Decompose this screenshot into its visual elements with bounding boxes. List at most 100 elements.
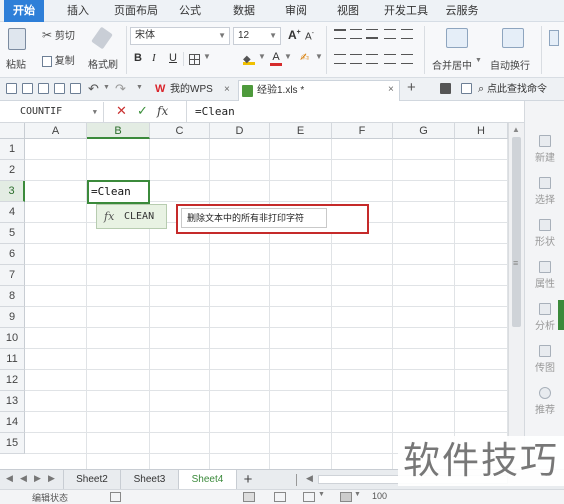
tab-my-wps[interactable]: W 我的WPS xyxy=(152,80,234,101)
align-middle-icon[interactable] xyxy=(350,29,362,39)
confirm-formula-button[interactable]: ✓ xyxy=(137,103,148,119)
scroll-left-icon[interactable]: ◀ xyxy=(306,473,313,484)
menu-tab-data[interactable]: 数据 xyxy=(226,0,262,22)
cut-button[interactable]: ✂ 剪切 xyxy=(42,27,75,42)
italic-button[interactable]: I xyxy=(152,52,156,64)
side-properties[interactable]: 属性 xyxy=(525,261,564,290)
column-header-e[interactable]: E xyxy=(270,123,332,139)
print-preview-icon[interactable] xyxy=(38,83,49,94)
side-panel-handle[interactable] xyxy=(558,300,564,330)
menu-tab-home[interactable]: 开始 xyxy=(4,0,44,22)
save-icon[interactable] xyxy=(22,83,33,94)
clear-format-icon[interactable]: ✍ xyxy=(300,51,309,64)
menu-tab-formulas[interactable]: 公式 xyxy=(172,0,208,22)
menu-tab-developer[interactable]: 开发工具 xyxy=(378,0,434,22)
print-icon[interactable] xyxy=(54,83,65,94)
menu-tab-page-layout[interactable]: 页面布局 xyxy=(108,0,164,22)
side-new[interactable]: 新建 xyxy=(525,135,564,164)
page-layout-view-icon[interactable] xyxy=(274,492,286,502)
font-size-select[interactable]: 12 ▼ xyxy=(233,27,281,45)
chevron-down-icon[interactable]: ▼ xyxy=(354,491,361,498)
format-painter-button[interactable]: 格式刷 xyxy=(86,26,120,74)
row-header-9[interactable]: 9 xyxy=(0,307,25,328)
sheet-tab[interactable]: Sheet3 xyxy=(121,470,179,489)
side-select[interactable]: 选择 xyxy=(525,177,564,206)
menu-tab-view[interactable]: 视图 xyxy=(330,0,366,22)
ribbon-more-icon[interactable] xyxy=(549,30,559,46)
page-break-view-icon[interactable] xyxy=(303,492,315,502)
tab-workbook[interactable]: 经验1.xls * xyxy=(238,80,400,101)
row-header-15[interactable]: 15 xyxy=(0,433,25,454)
font-color-icon[interactable]: A xyxy=(270,51,282,66)
spreadsheet-grid[interactable]: ABCDEFGH 1 2 3 4 5 6 7 8 9 10 11 12 13 14 15 xyxy=(0,123,508,469)
command-search[interactable]: ⌕ 点此查找命令 xyxy=(478,81,564,98)
menu-tab-review[interactable]: 审阅 xyxy=(278,0,314,22)
fill-color-icon[interactable]: ◆ xyxy=(243,53,255,65)
indent-icon[interactable] xyxy=(384,29,396,39)
cancel-formula-button[interactable]: ✕ xyxy=(116,103,127,119)
chevron-down-icon[interactable]: ▼ xyxy=(258,52,266,61)
chevron-down-icon[interactable]: ▼ xyxy=(136,84,143,91)
paste-button[interactable]: 粘贴 xyxy=(5,26,31,74)
row-header-2[interactable]: 2 xyxy=(0,160,25,181)
row-header-4[interactable]: 4 xyxy=(0,202,25,223)
sheet-tab[interactable]: Sheet2 xyxy=(63,470,121,489)
column-header-h[interactable]: H xyxy=(455,123,508,139)
column-header-c[interactable]: C xyxy=(150,123,210,139)
align-center-icon[interactable] xyxy=(350,54,362,64)
align-bottom-icon[interactable] xyxy=(366,29,378,39)
eye-protect-icon[interactable] xyxy=(340,492,352,502)
menu-tab-cloud[interactable]: 云服务 xyxy=(438,0,486,22)
align-top-icon[interactable] xyxy=(334,29,346,39)
chevron-down-icon[interactable]: ▼ xyxy=(203,52,211,61)
chevron-down-icon[interactable]: ▼ xyxy=(284,52,292,61)
row-header-7[interactable]: 7 xyxy=(0,265,25,286)
export-icon[interactable] xyxy=(70,83,81,94)
row-header-8[interactable]: 8 xyxy=(0,286,25,307)
chevron-down-icon[interactable]: ▼ xyxy=(318,491,325,498)
row-header-10[interactable]: 10 xyxy=(0,328,25,349)
outdent-icon[interactable] xyxy=(401,29,413,39)
scrollbar-thumb[interactable] xyxy=(512,137,521,327)
column-header-a[interactable]: A xyxy=(25,123,87,139)
column-header-b[interactable]: B xyxy=(87,123,150,139)
scroll-up-icon[interactable]: ▲ xyxy=(512,125,520,134)
side-recommend[interactable]: 推荐 xyxy=(525,387,564,416)
macro-icon[interactable] xyxy=(110,492,121,502)
close-icon[interactable]: × xyxy=(388,84,394,95)
normal-view-icon[interactable] xyxy=(243,492,255,502)
active-cell-b3[interactable]: =Clean xyxy=(87,180,150,204)
last-sheet-icon[interactable]: ▶ xyxy=(48,473,55,484)
font-name-select[interactable]: 宋体 ▼ xyxy=(130,27,230,45)
zoom-level[interactable]: 100 xyxy=(372,491,387,501)
merge-center-button[interactable]: 合并居中 ▼ xyxy=(430,26,482,74)
chevron-down-icon[interactable]: ▼ xyxy=(103,84,110,91)
select-all-corner[interactable] xyxy=(0,123,25,139)
increase-font-button[interactable]: A+ xyxy=(288,28,301,42)
function-suggestion[interactable]: fx CLEAN xyxy=(96,204,167,229)
formula-input[interactable]: =Clean xyxy=(195,105,235,118)
sheet-tab-active[interactable]: Sheet4 xyxy=(179,470,237,489)
align-right-icon[interactable] xyxy=(366,54,378,64)
row-header-1[interactable]: 1 xyxy=(0,139,25,160)
row-header-11[interactable]: 11 xyxy=(0,349,25,370)
underline-button[interactable]: U xyxy=(169,52,177,64)
column-header-d[interactable]: D xyxy=(210,123,270,139)
decrease-font-button[interactable]: A- xyxy=(305,30,314,42)
distribute-icon[interactable] xyxy=(401,54,413,64)
add-sheet-button[interactable]: + xyxy=(238,470,258,489)
insert-function-button[interactable]: fx xyxy=(157,104,168,118)
wrap-text-button[interactable]: 自动换行 xyxy=(488,26,538,74)
copy-button[interactable]: 复制 xyxy=(42,52,75,67)
column-header-f[interactable]: F xyxy=(332,123,393,139)
row-header-3[interactable]: 3 xyxy=(0,181,25,202)
undo-icon[interactable]: ↶ xyxy=(88,81,99,97)
prev-sheet-icon[interactable]: ◀ xyxy=(20,473,27,484)
row-header-14[interactable]: 14 xyxy=(0,412,25,433)
menu-tab-insert[interactable]: 插入 xyxy=(58,0,98,22)
next-sheet-icon[interactable]: ▶ xyxy=(34,473,41,484)
side-shape[interactable]: 形状 xyxy=(525,219,564,248)
column-header-g[interactable]: G xyxy=(393,123,455,139)
row-header-6[interactable]: 6 xyxy=(0,244,25,265)
hscroll-splitter[interactable] xyxy=(296,474,297,486)
